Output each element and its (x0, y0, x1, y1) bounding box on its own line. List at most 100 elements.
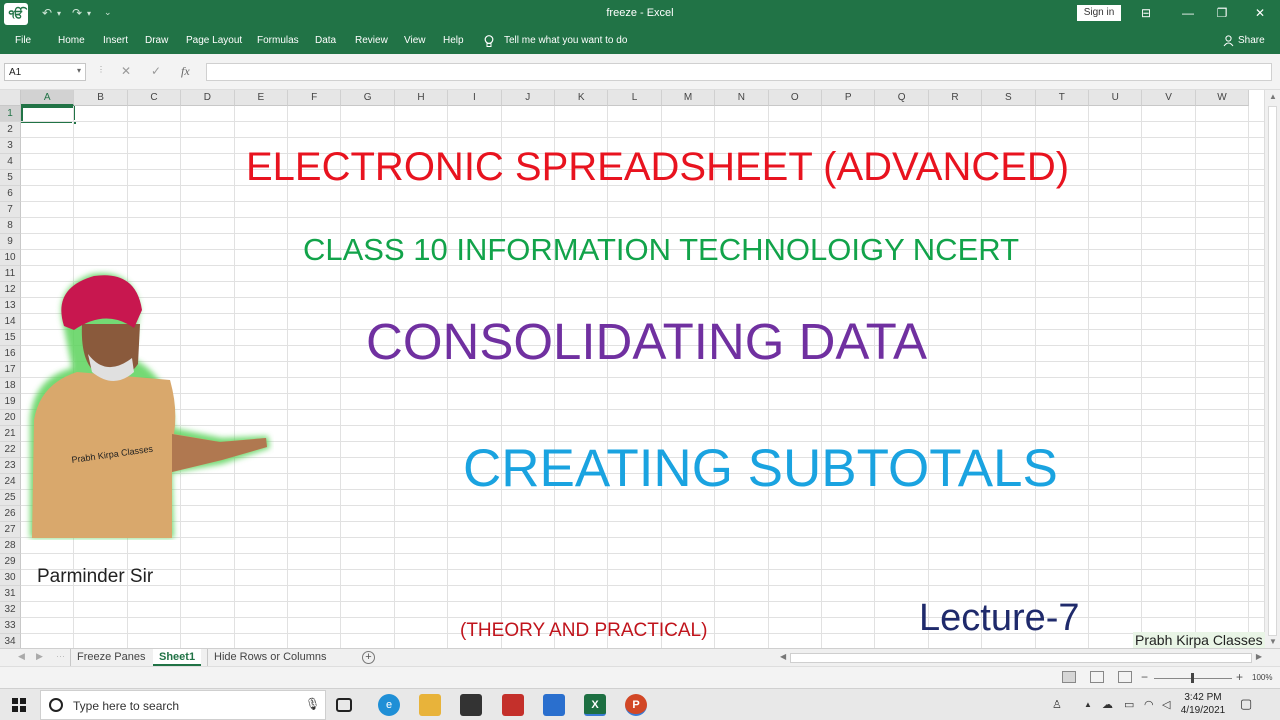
taskbar-search-box[interactable]: Type here to search 🎙 (40, 690, 326, 720)
ribbon-display-options-icon[interactable]: ⊟ (1137, 5, 1155, 21)
zoom-slider-knob[interactable] (1191, 673, 1194, 683)
column-header-k[interactable]: K (555, 90, 609, 106)
zoom-out-icon[interactable]: − (1141, 670, 1148, 684)
row-header-30[interactable]: 30 (0, 570, 21, 586)
row-header-17[interactable]: 17 (0, 362, 21, 378)
scroll-up-icon[interactable]: ▲ (1269, 92, 1277, 101)
sheet-tab-freeze-panes[interactable]: Freeze Panes (70, 649, 151, 666)
tab-review[interactable]: Review (355, 35, 388, 46)
excel-taskbar-icon[interactable]: X (584, 694, 606, 716)
tell-me-search[interactable]: Tell me what you want to do (504, 35, 627, 46)
sheet-tab-hide-rows[interactable]: Hide Rows or Columns (207, 649, 332, 666)
people-icon[interactable]: ♙ (1052, 698, 1062, 711)
row-header-3[interactable]: 3 (0, 138, 21, 154)
cortana-icon[interactable] (49, 698, 63, 712)
tray-expand-icon[interactable]: ▲ (1084, 700, 1092, 709)
row-header-4[interactable]: 4 (0, 154, 21, 170)
row-header-23[interactable]: 23 (0, 458, 21, 474)
onedrive-icon[interactable]: ☁ (1102, 698, 1113, 711)
page-layout-view-icon[interactable] (1090, 671, 1104, 683)
horizontal-scroll-thumb[interactable] (790, 653, 1252, 663)
sheet-nav-more-icon[interactable]: ⋯ (56, 651, 65, 662)
powerpoint-taskbar-icon[interactable]: P (625, 694, 647, 716)
horizontal-scrollbar[interactable]: ◀ ▶ (778, 652, 1264, 664)
column-header-f[interactable]: F (288, 90, 342, 106)
formula-input[interactable] (206, 63, 1272, 81)
column-header-b[interactable]: B (74, 90, 128, 106)
volume-icon[interactable]: ◁ (1162, 698, 1170, 711)
column-header-m[interactable]: M (661, 90, 716, 106)
name-box-dropdown-icon[interactable]: ▾ (77, 66, 81, 75)
tab-help[interactable]: Help (443, 35, 464, 46)
zoom-level[interactable]: 100% (1252, 673, 1272, 682)
column-header-g[interactable]: G (341, 90, 395, 106)
row-header-24[interactable]: 24 (0, 474, 21, 490)
column-header-r[interactable]: R (928, 90, 983, 106)
row-header-15[interactable]: 15 (0, 330, 21, 346)
column-header-s[interactable]: S (982, 90, 1036, 106)
row-header-18[interactable]: 18 (0, 378, 21, 394)
row-header-28[interactable]: 28 (0, 538, 21, 554)
battery-icon[interactable]: ▭ (1124, 698, 1134, 711)
select-all-corner[interactable] (0, 90, 21, 106)
gift-icon[interactable] (502, 694, 524, 716)
sheet-tab-sheet1[interactable]: Sheet1 (153, 649, 202, 666)
name-box[interactable]: A1 ▾ (4, 63, 86, 81)
column-header-p[interactable]: P (822, 90, 876, 106)
column-header-c[interactable]: C (127, 90, 182, 106)
minimize-icon[interactable]: — (1179, 5, 1197, 21)
tab-data[interactable]: Data (315, 35, 336, 46)
windows-start-icon[interactable] (12, 698, 26, 712)
tab-page-layout[interactable]: Page Layout (186, 35, 242, 46)
scroll-left-icon[interactable]: ◀ (780, 652, 786, 661)
column-header-d[interactable]: D (181, 90, 235, 106)
page-break-view-icon[interactable] (1118, 671, 1132, 683)
column-header-u[interactable]: U (1089, 90, 1143, 106)
row-header-13[interactable]: 13 (0, 298, 21, 314)
scroll-right-icon[interactable]: ▶ (1256, 652, 1262, 661)
insert-function-icon[interactable]: fx (181, 64, 190, 79)
wifi-icon[interactable]: ◠ (1144, 698, 1154, 711)
tab-home[interactable]: Home (58, 35, 85, 46)
tab-file[interactable]: File (15, 35, 31, 46)
scroll-down-icon[interactable]: ▼ (1269, 637, 1277, 646)
close-icon[interactable]: ✕ (1251, 5, 1269, 21)
column-header-j[interactable]: J (501, 90, 555, 106)
column-header-o[interactable]: O (768, 90, 822, 106)
row-header-27[interactable]: 27 (0, 522, 21, 538)
prev-sheet-icon[interactable]: ◀ (18, 651, 25, 662)
column-header-n[interactable]: N (715, 90, 769, 106)
row-header-7[interactable]: 7 (0, 202, 21, 218)
notifications-icon[interactable]: ▢ (1240, 696, 1252, 712)
tab-draw[interactable]: Draw (145, 35, 168, 46)
file-explorer-icon[interactable] (419, 694, 441, 716)
row-header-9[interactable]: 9 (0, 234, 21, 250)
add-sheet-icon[interactable]: + (362, 651, 375, 664)
column-header-t[interactable]: T (1035, 90, 1089, 106)
row-header-10[interactable]: 10 (0, 250, 21, 266)
column-header-h[interactable]: H (394, 90, 449, 106)
row-header-2[interactable]: 2 (0, 122, 21, 138)
row-header-29[interactable]: 29 (0, 554, 21, 570)
tab-formulas[interactable]: Formulas (257, 35, 299, 46)
column-header-l[interactable]: L (608, 90, 662, 106)
zoom-in-icon[interactable]: + (1236, 670, 1243, 684)
restore-icon[interactable]: ❐ (1213, 5, 1231, 21)
column-header-v[interactable]: V (1142, 90, 1196, 106)
mail-icon[interactable] (543, 694, 565, 716)
column-header-q[interactable]: Q (875, 90, 929, 106)
row-header-26[interactable]: 26 (0, 506, 21, 522)
store-icon[interactable] (460, 694, 482, 716)
tab-view[interactable]: View (404, 35, 426, 46)
row-header-14[interactable]: 14 (0, 314, 21, 330)
normal-view-icon[interactable] (1062, 671, 1076, 683)
row-header-20[interactable]: 20 (0, 410, 21, 426)
vertical-scroll-thumb[interactable] (1268, 106, 1277, 636)
row-header-6[interactable]: 6 (0, 186, 21, 202)
row-header-19[interactable]: 19 (0, 394, 21, 410)
column-header-e[interactable]: E (234, 90, 288, 106)
sign-in-button[interactable]: Sign in (1077, 5, 1121, 21)
row-header-8[interactable]: 8 (0, 218, 21, 234)
share-button[interactable]: Share (1238, 35, 1265, 46)
row-header-22[interactable]: 22 (0, 442, 21, 458)
